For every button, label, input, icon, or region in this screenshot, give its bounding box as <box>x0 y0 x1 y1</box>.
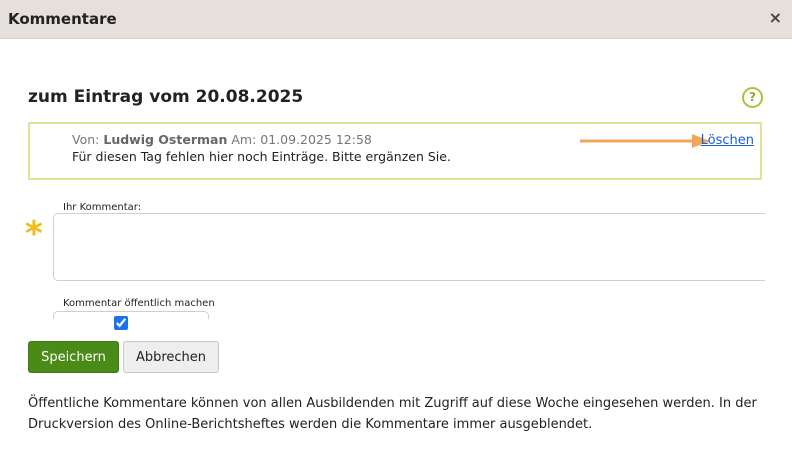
page-title: zum Eintrag vom 20.08.2025 <box>28 87 304 107</box>
public-checkbox-label: Kommentar öffentlich machen <box>63 298 215 309</box>
close-icon[interactable]: × <box>769 8 782 28</box>
comment-input[interactable] <box>53 213 765 281</box>
comment-date-label: Am: <box>231 132 257 147</box>
public-checkbox[interactable] <box>114 316 128 330</box>
dialog-titlebar: Kommentare × <box>0 0 792 39</box>
dialog-title: Kommentare <box>8 10 117 28</box>
cancel-button[interactable]: Abbrechen <box>123 341 219 373</box>
arrow-right-icon <box>580 134 710 148</box>
public-checkbox-frame <box>53 311 209 319</box>
help-icon[interactable]: ? <box>742 87 763 108</box>
save-button[interactable]: Speichern <box>28 341 119 373</box>
delete-comment-link[interactable]: Löschen <box>701 133 754 148</box>
comment-text: Für diesen Tag fehlen hier noch Einträge… <box>72 149 451 164</box>
comment-from-label: Von: <box>72 132 100 147</box>
required-marker: * <box>25 214 43 254</box>
comment-author: Ludwig Osterman <box>103 132 228 147</box>
comment-date: 01.09.2025 12:58 <box>260 132 372 147</box>
comment-entry: Von: Ludwig Osterman Am: 01.09.2025 12:5… <box>28 122 762 180</box>
comment-meta: Von: Ludwig Osterman Am: 01.09.2025 12:5… <box>72 132 372 147</box>
comment-field-label: Ihr Kommentar: <box>63 202 142 213</box>
public-comment-note: Öffentliche Kommentare können von allen … <box>28 396 757 432</box>
